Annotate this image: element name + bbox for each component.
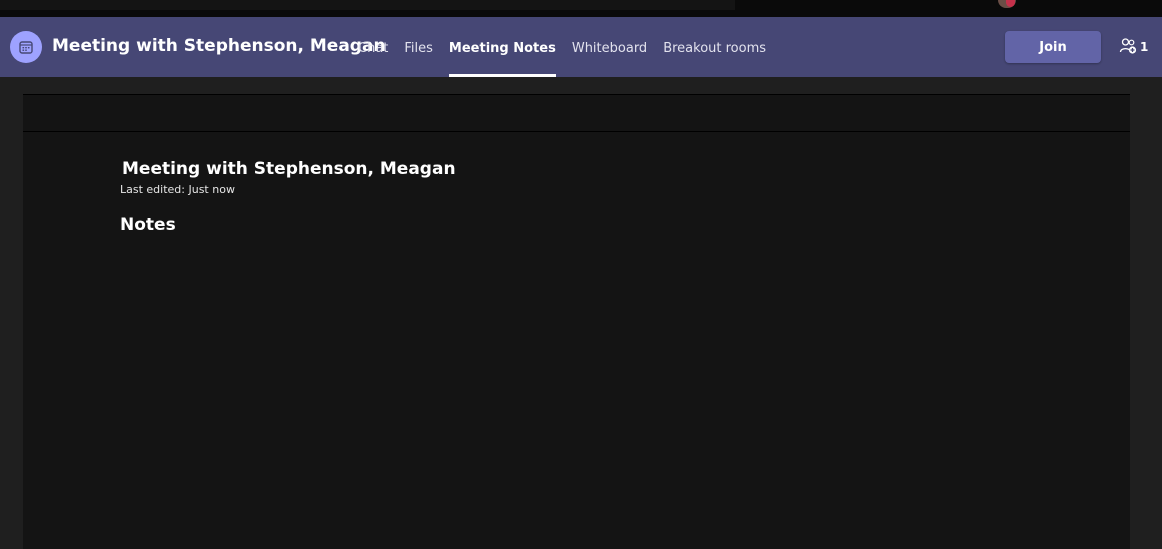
- calendar-icon: [10, 31, 42, 63]
- participants-button[interactable]: 1: [1119, 37, 1148, 57]
- join-button[interactable]: Join: [1005, 31, 1101, 63]
- top-strip: [0, 0, 1162, 17]
- participants-count: 1: [1140, 40, 1149, 54]
- tab-meeting-notes[interactable]: Meeting Notes: [448, 17, 556, 77]
- tab-bar: Chat Files Meeting Notes Whiteboard Brea…: [358, 17, 782, 77]
- people-icon: [1119, 37, 1137, 58]
- last-edited-text: Last edited: Just now: [120, 183, 235, 196]
- notes-heading[interactable]: Notes: [120, 215, 176, 235]
- toolbar-divider: [23, 131, 1130, 132]
- meeting-header: Meeting with Stephenson, Meagan Chat Fil…: [0, 17, 1162, 77]
- meeting-title: Meeting with Stephenson, Meagan: [52, 36, 386, 56]
- tab-whiteboard[interactable]: Whiteboard: [572, 17, 647, 77]
- presence-badge: [1006, 0, 1015, 7]
- top-band: [0, 0, 735, 10]
- document-title[interactable]: Meeting with Stephenson, Meagan: [122, 159, 456, 179]
- tab-chat[interactable]: Chat: [358, 17, 388, 77]
- notes-document: Meeting with Stephenson, Meagan Last edi…: [23, 94, 1130, 549]
- tab-breakout-rooms[interactable]: Breakout rooms: [663, 17, 766, 77]
- tab-files[interactable]: Files: [404, 17, 433, 77]
